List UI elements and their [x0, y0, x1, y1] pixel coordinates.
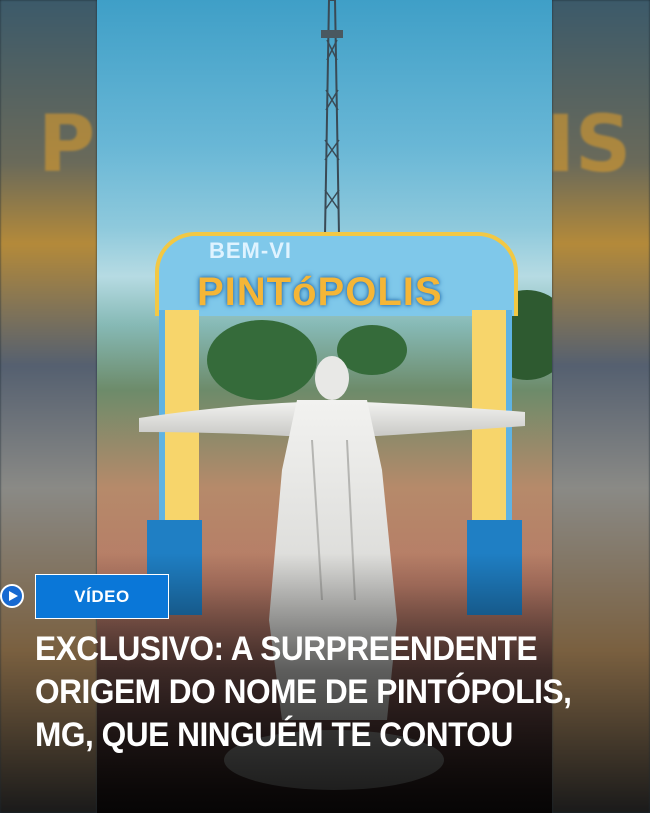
play-circle-icon[interactable]: [0, 584, 24, 608]
article-headline[interactable]: EXCLUSIVO: A SURPREENDENTE ORIGEM DO NOM…: [35, 628, 593, 757]
video-category-badge[interactable]: VÍDEO: [35, 574, 169, 619]
article-card[interactable]: P IS BEM-VI PINTóPOLIS VÍDEO EXCLUSIVO: …: [0, 0, 650, 813]
blurred-sign-letters: P: [38, 100, 96, 190]
blurred-sign-letters: IS: [546, 100, 632, 190]
